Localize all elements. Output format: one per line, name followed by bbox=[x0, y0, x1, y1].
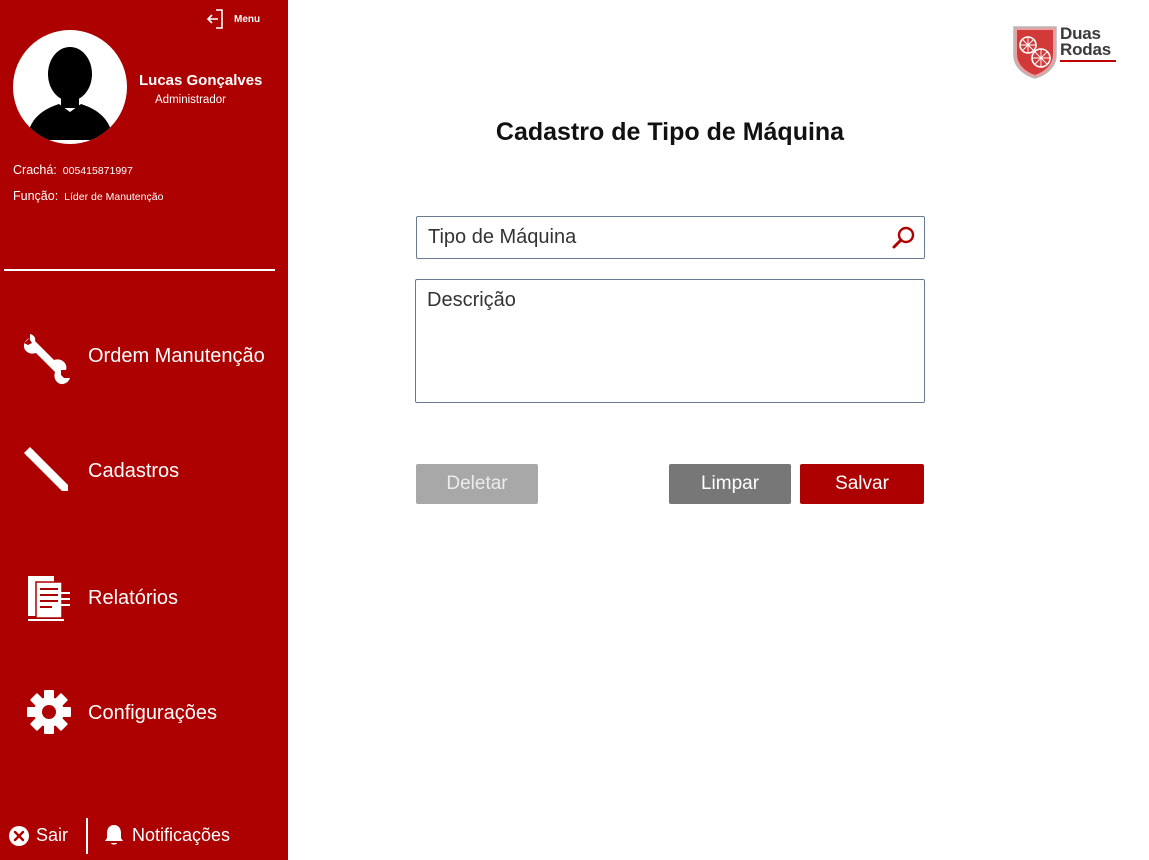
company-logo: Duas Rodas bbox=[1012, 25, 1122, 81]
machine-type-field bbox=[416, 216, 925, 259]
function-row: Função: Líder de Manutenção bbox=[13, 189, 163, 203]
logo-shield-icon bbox=[1013, 26, 1057, 79]
exit-button[interactable]: Sair bbox=[9, 825, 68, 846]
save-button[interactable]: Salvar bbox=[800, 464, 924, 504]
logo-underline bbox=[1060, 60, 1116, 62]
bottom-separator bbox=[86, 818, 88, 854]
nav-item-settings[interactable]: Configurações bbox=[0, 685, 288, 741]
logo-text: Duas Rodas bbox=[1060, 25, 1111, 59]
search-icon bbox=[892, 226, 915, 249]
description-input[interactable] bbox=[416, 280, 924, 402]
nav-label-reports: Relatórios bbox=[88, 586, 179, 609]
sidebar-bottom-bar: Sair Notificações bbox=[0, 816, 288, 856]
sidebar: Menu Lucas Gonçalves Administrador Crach… bbox=[0, 0, 288, 860]
user-name: Lucas Gonçalves bbox=[139, 72, 263, 89]
description-field bbox=[415, 279, 925, 403]
function-value: Líder de Manutenção bbox=[64, 191, 164, 203]
report-icon bbox=[26, 574, 72, 622]
nav-label-settings: Configurações bbox=[88, 701, 217, 724]
badge-label: Crachá: bbox=[13, 163, 57, 177]
nav-label-registrations: Cadastros bbox=[88, 459, 180, 482]
page-title: Cadastro de Tipo de Máquina bbox=[495, 118, 845, 146]
machine-type-input[interactable] bbox=[417, 217, 877, 257]
search-button[interactable] bbox=[892, 225, 916, 249]
menu-toggle[interactable]: Menu bbox=[206, 8, 260, 30]
delete-button[interactable]: Deletar bbox=[416, 464, 538, 504]
gear-icon bbox=[26, 689, 72, 735]
function-label: Função: bbox=[13, 189, 59, 203]
nav-item-reports[interactable]: Relatórios bbox=[0, 570, 288, 626]
user-silhouette-icon bbox=[27, 47, 113, 140]
wrench-icon bbox=[20, 334, 72, 386]
close-circle-icon bbox=[9, 825, 29, 846]
nav-label-maintenance-order: Ordem Manutenção bbox=[88, 344, 265, 367]
user-role: Administrador bbox=[155, 94, 226, 106]
exit-label: Sair bbox=[36, 825, 69, 845]
menu-arrow-icon bbox=[206, 9, 223, 29]
nav-item-maintenance-order[interactable]: Ordem Manutenção bbox=[0, 328, 288, 386]
badge-row: Crachá: 005415871997 bbox=[13, 163, 133, 177]
avatar bbox=[13, 30, 127, 144]
nav-item-registrations[interactable]: Cadastros bbox=[0, 443, 288, 499]
sidebar-divider bbox=[4, 269, 275, 271]
pencil-icon bbox=[24, 447, 70, 493]
logo-line2: Rodas bbox=[1060, 40, 1111, 59]
badge-value: 005415871997 bbox=[62, 165, 133, 177]
notifications-button[interactable]: Notificações bbox=[104, 824, 230, 846]
menu-label: Menu bbox=[234, 13, 261, 25]
bell-icon bbox=[105, 825, 123, 845]
notifications-label: Notificações bbox=[132, 824, 231, 845]
clear-button[interactable]: Limpar bbox=[669, 464, 791, 504]
